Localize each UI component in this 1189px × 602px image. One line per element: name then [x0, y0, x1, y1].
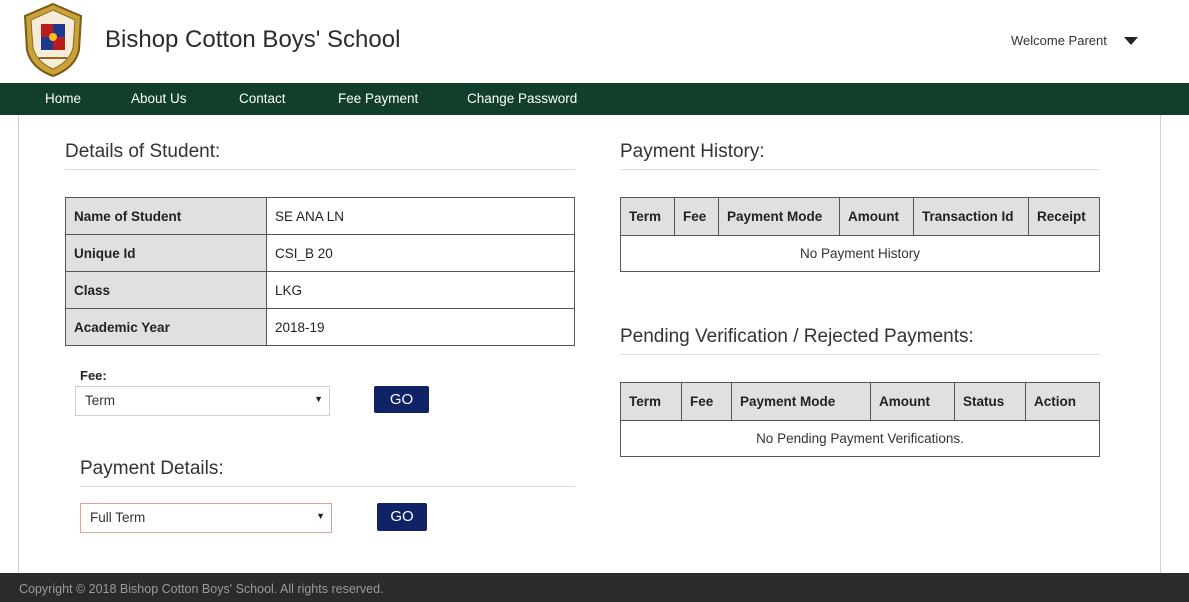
col-status: Status — [954, 382, 1026, 421]
row-value: SE ANA LN — [266, 197, 575, 235]
table-row: Academic Year 2018-19 — [65, 308, 575, 346]
copyright-text: Copyright © 2018 Bishop Cotton Boys' Sch… — [19, 582, 384, 596]
col-payment-mode: Payment Mode — [718, 197, 840, 236]
nav-item-contact[interactable]: Contact — [239, 91, 286, 106]
nav-item-fee-payment[interactable]: Fee Payment — [338, 91, 418, 106]
site-footer: Copyright © 2018 Bishop Cotton Boys' Sch… — [0, 573, 1189, 602]
dropdown-arrow-icon: ▼ — [316, 511, 325, 521]
row-value: CSI_B 20 — [266, 234, 575, 272]
table-row: Name of Student SE ANA LN — [65, 197, 575, 235]
row-label: Name of Student — [65, 197, 267, 235]
fee-select-value: Term — [85, 393, 115, 408]
payment-history-table: Term Fee Payment Mode Amount Transaction… — [620, 197, 1100, 272]
pending-verification-table: Term Fee Payment Mode Amount Status Acti… — [620, 382, 1100, 457]
table-row: Unique Id CSI_B 20 — [65, 234, 575, 272]
col-fee: Fee — [681, 382, 732, 421]
pending-verification-title: Pending Verification / Rejected Payments… — [620, 326, 1100, 355]
nav-item-about-us[interactable]: About Us — [131, 91, 187, 106]
row-label: Unique Id — [65, 234, 267, 272]
row-value: 2018-19 — [266, 308, 575, 346]
site-header: Bishop Cotton Boys' School Welcome Paren… — [0, 0, 1189, 83]
empty-pending-message: No Pending Payment Verifications. — [620, 420, 1100, 457]
fee-go-button[interactable]: GO — [374, 386, 429, 413]
col-term: Term — [620, 197, 675, 236]
payment-select-value: Full Term — [90, 510, 146, 525]
table-row: Class LKG — [65, 271, 575, 309]
school-crest-icon[interactable] — [19, 2, 87, 78]
col-term: Term — [620, 382, 682, 421]
main-nav: Home About Us Contact Fee Payment Change… — [0, 83, 1189, 115]
dropdown-arrow-icon: ▼ — [314, 394, 323, 404]
payment-details-select[interactable]: Full Term ▼ — [80, 503, 332, 533]
fee-label: Fee: — [80, 368, 107, 383]
table-row: No Payment History — [620, 235, 1100, 272]
table-header-row: Term Fee Payment Mode Amount Status Acti… — [620, 382, 1100, 421]
nav-item-home[interactable]: Home — [45, 91, 81, 106]
col-action: Action — [1025, 382, 1100, 421]
payment-history-title: Payment History: — [620, 141, 1100, 170]
col-receipt: Receipt — [1028, 197, 1100, 236]
col-amount: Amount — [870, 382, 955, 421]
payment-details-title: Payment Details: — [80, 458, 575, 487]
table-header-row: Term Fee Payment Mode Amount Transaction… — [620, 197, 1100, 236]
col-transaction-id: Transaction Id — [913, 197, 1029, 236]
student-details-table: Name of Student SE ANA LN Unique Id CSI_… — [65, 197, 575, 346]
col-fee: Fee — [674, 197, 719, 236]
fee-select[interactable]: Term ▼ — [75, 386, 330, 416]
welcome-user-label[interactable]: Welcome Parent — [1011, 33, 1107, 48]
row-value: LKG — [266, 271, 575, 309]
col-payment-mode: Payment Mode — [731, 382, 871, 421]
chevron-down-icon[interactable] — [1124, 37, 1138, 45]
site-title: Bishop Cotton Boys' School — [105, 26, 401, 53]
nav-item-change-password[interactable]: Change Password — [467, 91, 577, 106]
row-label: Class — [65, 271, 267, 309]
student-details-title: Details of Student: — [65, 141, 575, 170]
row-label: Academic Year — [65, 308, 267, 346]
table-row: No Pending Payment Verifications. — [620, 420, 1100, 457]
empty-history-message: No Payment History — [620, 235, 1100, 272]
col-amount: Amount — [839, 197, 914, 236]
payment-go-button[interactable]: GO — [377, 503, 427, 531]
